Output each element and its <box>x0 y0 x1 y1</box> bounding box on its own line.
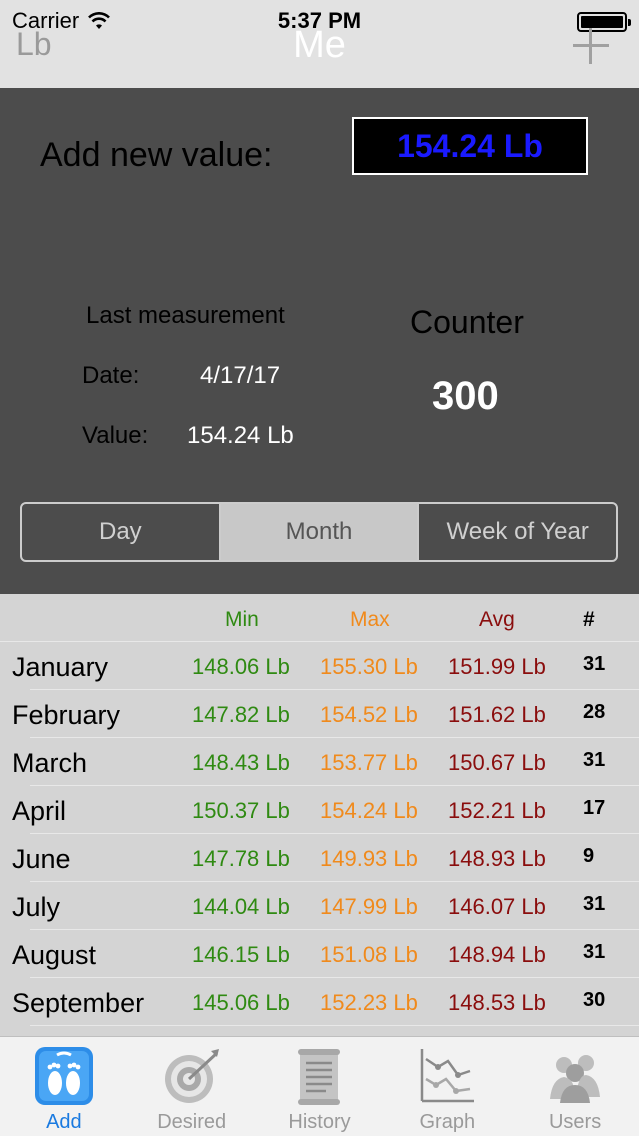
row-month: September <box>12 988 145 1018</box>
row-max: 153.77 Lb <box>320 750 418 775</box>
row-avg: 150.67 Lb <box>448 750 546 775</box>
row-count: 31 <box>583 941 606 963</box>
row-avg: 146.07 Lb <box>448 894 546 919</box>
table-row[interactable]: January 148.06 Lb 155.30 Lb 151.99 Lb 31 <box>0 642 639 690</box>
row-max: 151.08 Lb <box>320 942 418 967</box>
table-header: Min Max Avg # <box>0 594 639 642</box>
page-title: Me <box>293 24 346 66</box>
row-month: July <box>12 892 61 922</box>
row-min: 150.37 Lb <box>192 798 290 823</box>
row-min: 147.78 Lb <box>192 846 290 871</box>
row-count: 30 <box>583 989 606 1011</box>
row-month: April <box>12 796 67 826</box>
table-row[interactable]: February 147.82 Lb 154.52 Lb 151.62 Lb 2… <box>0 690 639 738</box>
row-min: 148.06 Lb <box>192 654 290 679</box>
row-avg: 148.94 Lb <box>448 942 546 967</box>
row-max: 155.30 Lb <box>320 654 418 679</box>
row-max: 147.99 Lb <box>320 894 418 919</box>
value-label: Value: <box>82 422 149 449</box>
date-value: 4/17/17 <box>200 362 281 389</box>
tab-label: History <box>288 1111 351 1133</box>
counter-value: 300 <box>432 374 499 418</box>
header-count: # <box>583 608 595 631</box>
row-count: 31 <box>583 749 606 771</box>
row-max: 149.93 Lb <box>320 846 418 871</box>
stats-table: Min Max Avg # January 148.06 Lb 155.30 L… <box>0 594 639 1036</box>
row-count: 28 <box>583 701 606 723</box>
segment-month[interactable]: Month <box>218 504 418 560</box>
graph-icon <box>421 1049 475 1103</box>
segment-day[interactable]: Day <box>22 504 219 560</box>
tab-bar: Add Desired History Graph Users <box>0 1036 639 1136</box>
tab-label: Add <box>46 1111 82 1133</box>
row-max: 154.52 Lb <box>320 702 418 727</box>
row-avg: 148.93 Lb <box>448 846 546 871</box>
row-max: 152.23 Lb <box>320 990 418 1015</box>
row-avg: 151.99 Lb <box>448 654 546 679</box>
row-month: August <box>12 940 97 970</box>
row-count: 17 <box>583 797 606 819</box>
table-row[interactable]: July 144.04 Lb 147.99 Lb 146.07 Lb 31 <box>0 882 639 930</box>
tab-users[interactable]: Users <box>511 1037 639 1136</box>
row-min: 146.15 Lb <box>192 942 290 967</box>
header-min: Min <box>225 608 259 631</box>
table-row[interactable]: June 147.78 Lb 149.93 Lb 148.93 Lb 9 <box>0 834 639 882</box>
footprints-scale-icon <box>34 1047 93 1105</box>
tab-label: Desired <box>157 1111 227 1133</box>
row-month: January <box>12 652 109 682</box>
add-plus-icon[interactable] <box>573 28 609 64</box>
table-row[interactable]: March 148.43 Lb 153.77 Lb 150.67 Lb 31 <box>0 738 639 786</box>
tab-add[interactable]: Add <box>0 1037 128 1136</box>
tab-label: Graph <box>419 1111 476 1133</box>
add-value-label: Add new value: <box>40 136 273 174</box>
row-avg: 152.21 Lb <box>448 798 546 823</box>
tab-history[interactable]: History <box>256 1037 384 1136</box>
row-count: 31 <box>583 653 606 675</box>
row-min: 147.82 Lb <box>192 702 290 727</box>
table-row[interactable]: September 145.06 Lb 152.23 Lb 148.53 Lb … <box>0 978 639 1026</box>
table-row[interactable]: April 150.37 Lb 154.24 Lb 152.21 Lb 17 <box>0 786 639 834</box>
counter-label: Counter <box>410 304 524 340</box>
scroll-icon <box>298 1049 341 1105</box>
value-value: 154.24 Lb <box>187 422 294 449</box>
segment-week-of-year[interactable]: Week of Year <box>417 504 616 560</box>
header-avg: Avg <box>479 608 515 631</box>
users-icon <box>550 1055 601 1103</box>
row-month: February <box>12 700 121 730</box>
input-panel: Add new value: 154.24 Lb Last measuremen… <box>0 88 639 594</box>
tab-graph[interactable]: Graph <box>383 1037 511 1136</box>
period-segmented-control: Day Month Week of Year <box>20 502 618 562</box>
header-max: Max <box>350 608 390 631</box>
row-count: 31 <box>583 893 606 915</box>
value-input[interactable]: 154.24 Lb <box>352 117 588 175</box>
row-month: March <box>12 748 88 778</box>
target-icon <box>164 1049 219 1103</box>
table-row[interactable]: August 146.15 Lb 151.08 Lb 148.94 Lb 31 <box>0 930 639 978</box>
last-measurement-title: Last measurement <box>86 302 285 329</box>
row-max: 154.24 Lb <box>320 798 418 823</box>
navigation-bar: Carrier 5:37 PM Lb Me <box>0 0 639 88</box>
tab-desired[interactable]: Desired <box>128 1037 256 1136</box>
tab-label: Users <box>548 1111 602 1133</box>
row-count: 9 <box>583 845 595 867</box>
row-min: 148.43 Lb <box>192 750 290 775</box>
row-month: June <box>12 844 71 874</box>
row-avg: 151.62 Lb <box>448 702 546 727</box>
row-min: 144.04 Lb <box>192 894 290 919</box>
row-min: 145.06 Lb <box>192 990 290 1015</box>
date-label: Date: <box>82 362 140 389</box>
row-avg: 148.53 Lb <box>448 990 546 1015</box>
